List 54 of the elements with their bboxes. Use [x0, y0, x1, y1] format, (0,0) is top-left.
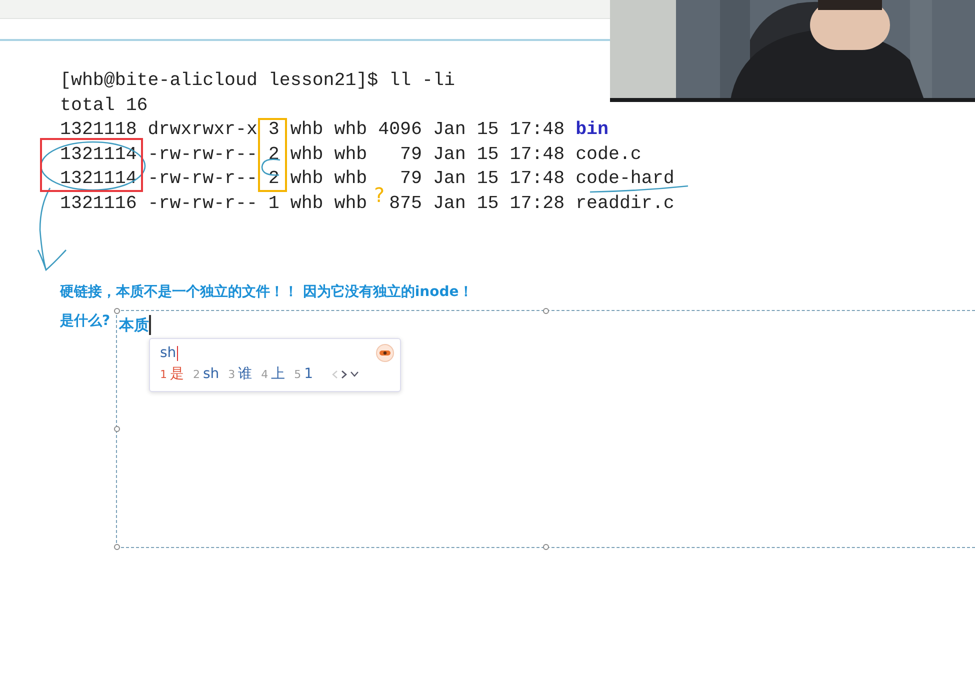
command-line: [whb@bite-alicloud lesson21]$ ll -li	[60, 71, 455, 92]
link-count: 2	[268, 144, 280, 165]
directory-name: bin	[576, 120, 608, 140]
file-size: 875	[388, 194, 422, 214]
inode-number: 1321114	[60, 169, 137, 190]
resize-handle[interactable]	[114, 544, 120, 550]
answer-text: 本质	[119, 315, 149, 335]
link-count: 1	[268, 194, 280, 214]
expand-icon[interactable]	[350, 371, 360, 377]
link-count: 2	[268, 169, 280, 190]
resize-handle[interactable]	[114, 308, 120, 314]
permission-string: -rw-rw-r--	[148, 194, 258, 214]
ime-input: sh	[160, 345, 178, 361]
file-size: 4096	[378, 120, 422, 140]
group-name: whb	[334, 194, 368, 214]
resize-handle[interactable]	[114, 426, 120, 432]
ime-logo-icon[interactable]	[376, 344, 394, 362]
modified-time: Jan 15 17:48	[432, 144, 565, 165]
ink-question-mark: ?	[374, 183, 385, 207]
permission-string: -rw-rw-r--	[148, 144, 258, 165]
question-text: 是什么?	[60, 312, 112, 331]
next-page-icon[interactable]	[341, 370, 348, 378]
owner-name: whb	[290, 144, 324, 165]
inode-number: 1321118	[60, 120, 137, 140]
file-size: 79	[399, 144, 422, 165]
output-line: total 16	[60, 96, 148, 116]
group-name: whb	[334, 144, 368, 165]
owner-name: whb	[290, 169, 324, 190]
modified-time: Jan 15 17:28	[432, 194, 565, 214]
file-name: code.c	[576, 144, 642, 165]
note-text: 硬链接，本质不是一个独立的文件！！ 因为它没有独立的inode！	[60, 282, 473, 302]
ime-candidate[interactable]: 4 上	[261, 365, 286, 383]
file-name: code-hard	[576, 169, 674, 190]
inode-number: 1321116	[60, 194, 137, 214]
resize-handle[interactable]	[543, 544, 549, 550]
file-size: 79	[399, 169, 422, 190]
ime-candidate[interactable]: 2 sh	[193, 366, 220, 382]
ime-candidate[interactable]: 3 谁	[228, 365, 252, 383]
modified-time: Jan 15 17:48	[432, 120, 565, 140]
link-count: 3	[268, 120, 280, 140]
inode-number: 1321114	[60, 144, 137, 165]
owner-name: whb	[290, 194, 324, 214]
permission-string: drwxrwxr-x	[148, 120, 258, 140]
group-name: whb	[334, 120, 368, 140]
ime-candidate[interactable]: 1 是	[160, 365, 184, 383]
ime-candidate[interactable]: 5 1	[294, 366, 314, 382]
group-name: whb	[334, 169, 368, 190]
file-name: readdir.c	[576, 194, 674, 214]
owner-name: whb	[290, 120, 324, 140]
permission-string: -rw-rw-r--	[148, 169, 258, 190]
modified-time: Jan 15 17:48	[432, 169, 565, 190]
resize-handle[interactable]	[543, 308, 549, 314]
text-cursor	[149, 315, 151, 335]
text-box[interactable]: 本质 sh 1 是 2 sh 3 谁 4 上 5 1	[116, 310, 975, 548]
